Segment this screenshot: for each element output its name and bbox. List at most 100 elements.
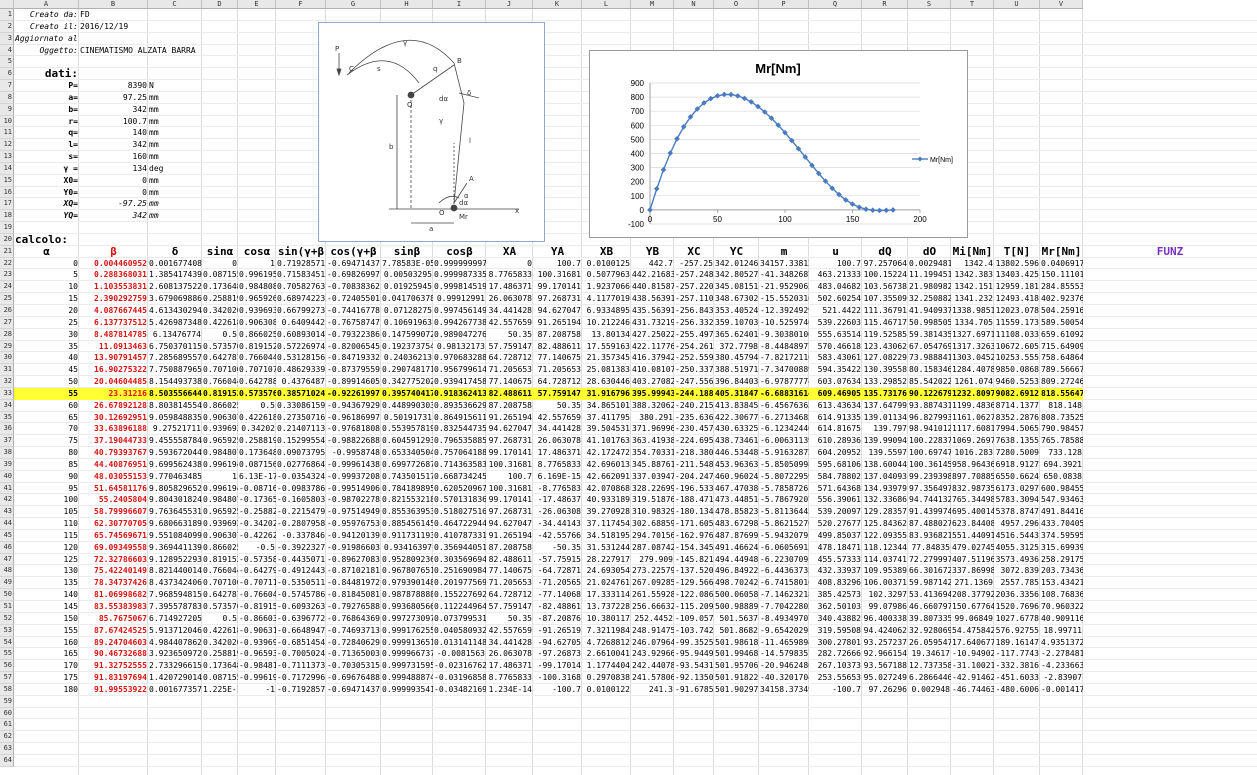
table-cell[interactable]: 0.15299554 [276, 435, 326, 447]
table-cell[interactable]: 4.613430294 [148, 305, 202, 317]
table-cell[interactable]: 0.342775202 [381, 376, 433, 388]
table-cell[interactable]: 87.208758 [486, 400, 533, 412]
table-cell[interactable]: 50.35 [533, 400, 582, 412]
table-cell[interactable]: 118.12344 [862, 542, 908, 554]
row-header[interactable]: 53 [0, 624, 14, 637]
table-cell[interactable]: 733.128 [1040, 447, 1083, 459]
table-header[interactable]: FUNZ [1083, 246, 1257, 258]
table-cell[interactable]: -257.2203 [674, 281, 714, 293]
param-unit[interactable]: mm [148, 187, 202, 199]
table-cell[interactable]: 337.86998 [951, 565, 994, 577]
column-header[interactable]: D [202, 0, 238, 9]
table-cell[interactable]: -34.44143 [533, 518, 582, 530]
table-cell[interactable]: 100.22837 [908, 435, 951, 447]
table-cell[interactable]: 7.395578783 [148, 601, 202, 613]
table-cell[interactable]: -0.17365 [238, 494, 276, 506]
table-cell[interactable]: 610.28936 [809, 435, 862, 447]
table-cell[interactable]: -0.97514949 [326, 506, 381, 518]
table-cell[interactable]: 21.024761 [582, 577, 631, 589]
table-cell[interactable]: -0.337846 [276, 530, 326, 542]
table-cell[interactable]: -100.7 [809, 684, 862, 696]
table-cell[interactable]: 208.37792 [951, 589, 994, 601]
table-cell[interactable]: 175 [14, 672, 79, 684]
table-cell[interactable]: 1.234E-14 [486, 684, 533, 696]
table-cell[interactable]: 0.013141148 [433, 637, 486, 649]
table-cell[interactable]: 388.51971 [714, 364, 759, 376]
table-cell[interactable]: 256.66632 [631, 601, 674, 613]
table-cell[interactable]: 0.819152 [202, 554, 238, 566]
row-header[interactable]: 21 [0, 245, 14, 258]
table-cell[interactable]: 100.69747 [908, 447, 951, 459]
row-header[interactable]: 25 [0, 293, 14, 305]
table-cell[interactable]: 0.743501517 [381, 471, 433, 483]
table-cell[interactable]: 551.44091 [951, 530, 994, 542]
row-header[interactable]: 34 [0, 399, 14, 412]
table-cell[interactable]: -0.4435071 [276, 554, 326, 566]
table-cell[interactable]: 26.67892128 [79, 400, 148, 412]
param-name[interactable]: a= [14, 92, 79, 104]
table-cell[interactable]: 40 [14, 352, 79, 364]
table-cell[interactable]: 319.59508 [809, 625, 862, 637]
table-cell[interactable]: 0.147599072 [381, 329, 433, 341]
table-cell[interactable]: 123.43062 [862, 341, 908, 353]
table-cell[interactable]: -92.13503 [674, 672, 714, 684]
table-cell[interactable]: 0.906308 [238, 317, 276, 329]
table-cell[interactable]: -252.5593 [674, 352, 714, 364]
table-cell[interactable]: 790.98457 [1040, 423, 1083, 435]
table-cell[interactable]: 0.395740417 [381, 388, 433, 400]
table-cell[interactable]: 1334.705 [951, 317, 994, 329]
table-cell[interactable]: 0.0100125 [582, 258, 631, 270]
table-cell[interactable]: 0.112244964 [433, 601, 486, 613]
table-cell[interactable]: 97.268731 [486, 435, 533, 447]
table-cell[interactable]: 1027.6778 [994, 613, 1040, 625]
row-header[interactable]: 44 [0, 518, 14, 530]
table-cell[interactable]: 85.7675067 [79, 613, 148, 625]
table-cell[interactable]: 80.158346 [908, 364, 951, 376]
table-cell[interactable]: 94.627047 [486, 518, 533, 530]
param-value[interactable]: 140 [79, 127, 148, 139]
table-cell[interactable]: 501.98618 [714, 637, 759, 649]
table-cell[interactable]: 139.5597 [862, 447, 908, 459]
table-cell[interactable]: 248.91475 [631, 625, 674, 637]
table-cell[interactable]: 241.3 [631, 684, 674, 696]
table-cell[interactable]: 0.757064188 [433, 447, 486, 459]
table-cell[interactable]: 595.68106 [809, 459, 862, 471]
param-value[interactable]: 8390 [79, 80, 148, 92]
table-cell[interactable]: 19.34617 [908, 648, 951, 660]
table-cell[interactable]: -6.271346859 [759, 412, 809, 424]
table-cell[interactable]: 614.81675 [809, 423, 862, 435]
table-cell[interactable]: 100.7 [809, 258, 862, 270]
table-cell[interactable]: 97.268731 [533, 293, 582, 305]
table-cell[interactable]: 26.063078 [533, 435, 582, 447]
table-cell[interactable]: 0.21407113 [276, 423, 326, 435]
table-cell[interactable]: 11108.033 [994, 329, 1040, 341]
table-cell[interactable]: -6.123424401 [759, 423, 809, 435]
table-cell[interactable]: -99.17014 [533, 660, 582, 672]
table-cell[interactable]: 13802.596 [994, 258, 1040, 270]
table-cell[interactable]: 1342.151 [951, 281, 994, 293]
table-cell[interactable]: 72.279997 [908, 554, 951, 566]
row-header[interactable]: 63 [0, 743, 14, 755]
row-header[interactable]: 56 [0, 660, 14, 673]
table-cell[interactable]: 180 [14, 684, 79, 696]
table-cell[interactable]: -14.57983578 [759, 648, 809, 660]
table-cell[interactable]: 54.475842 [951, 625, 994, 637]
table-cell[interactable]: -0.90631 [238, 625, 276, 637]
table-cell[interactable]: 125 [14, 554, 79, 566]
table-cell[interactable]: 133.29852 [862, 376, 908, 388]
table-header[interactable]: dO [908, 246, 951, 258]
table-cell[interactable]: 958.96436 [951, 459, 994, 471]
table-cell[interactable]: 139.797 [862, 423, 908, 435]
table-cell[interactable]: -12.3924929 [759, 305, 809, 317]
row-header[interactable]: 33 [0, 387, 14, 400]
table-cell[interactable]: -17.48637 [533, 494, 582, 506]
table-cell[interactable]: 0.939693 [238, 305, 276, 317]
row-header[interactable]: 43 [0, 506, 14, 519]
row-header[interactable]: 41 [0, 482, 14, 495]
table-cell[interactable]: 473.44851 [714, 494, 759, 506]
table-cell[interactable]: 0.3420201 [202, 305, 238, 317]
table-cell[interactable]: 0.5077963 [582, 269, 631, 281]
table-cell[interactable]: -0.89627083 [326, 554, 381, 566]
table-header[interactable]: dQ [862, 246, 908, 258]
table-header[interactable]: cosα [238, 246, 276, 258]
